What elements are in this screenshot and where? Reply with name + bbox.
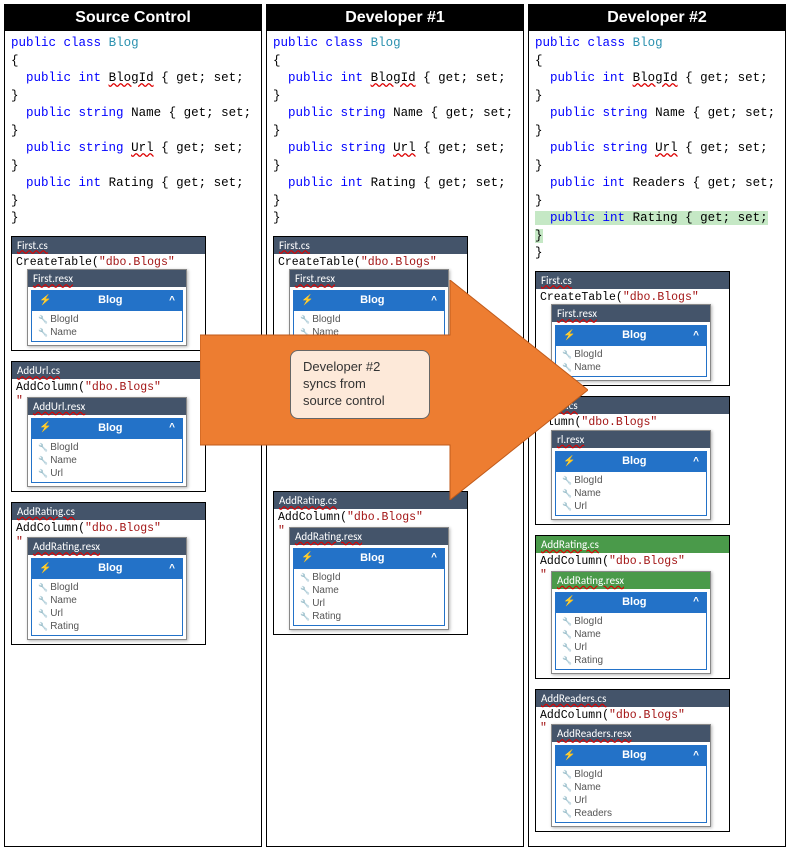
column-header: Developer #1 <box>267 5 523 31</box>
file-first-resx: First.resx ⚡Blog^ BlogId Name <box>551 304 711 381</box>
share-icon: ⚡ <box>563 750 575 761</box>
share-icon: ⚡ <box>39 422 51 433</box>
chevron-up-icon: ^ <box>169 422 175 433</box>
file-addurl-resx: rl.resx ⚡Blog^ BlogId Name Url <box>551 430 711 520</box>
share-icon: ⚡ <box>563 330 575 341</box>
chevron-up-icon: ^ <box>693 750 699 761</box>
file-addreaders-resx: AddReaders.resx ⚡Blog^ BlogId Name Url R… <box>551 724 711 827</box>
chevron-up-icon: ^ <box>431 295 437 306</box>
chevron-up-icon: ^ <box>693 596 699 607</box>
column-source-control: Source Control public class Blog { publi… <box>4 4 262 847</box>
share-icon: ⚡ <box>563 456 575 467</box>
class-code: public class Blog { public int BlogId { … <box>273 35 517 228</box>
chevron-up-icon: ^ <box>169 563 175 574</box>
file-addurl-cs: ddUrl.cs olumn("dbo.Blogs" rl.resx ⚡Blog… <box>535 396 730 525</box>
callout-sync: Developer #2 syncs from source control <box>290 350 430 419</box>
file-addrating-cs-new: AddRating.cs AddColumn("dbo.Blogs"" AddR… <box>535 535 730 679</box>
chevron-up-icon: ^ <box>169 295 175 306</box>
file-first-resx: First.resx ⚡Blog^ BlogId Name <box>27 269 187 346</box>
share-icon: ⚡ <box>563 596 575 607</box>
column-developer-2: Developer #2 public class Blog { public … <box>528 4 786 847</box>
share-icon: ⚡ <box>301 552 313 563</box>
file-first-cs: First.cs CreateTable("dbo.Blogs" First.r… <box>273 236 468 352</box>
share-icon: ⚡ <box>301 295 313 306</box>
column-body: public class Blog { public int BlogId { … <box>5 31 261 659</box>
file-addurl-cs: AddUrl.cs AddColumn("dbo.Blogs"" AddUrl.… <box>11 361 206 492</box>
chevron-up-icon: ^ <box>431 552 437 563</box>
file-addrating-cs: AddRating.cs AddColumn("dbo.Blogs"" AddR… <box>11 502 206 646</box>
file-first-cs: First.cs CreateTable("dbo.Blogs" First.r… <box>11 236 206 352</box>
file-addrating-cs: AddRating.cs AddColumn("dbo.Blogs"" AddR… <box>273 491 468 635</box>
file-first-cs: First.cs CreateTable("dbo.Blogs" First.r… <box>535 271 730 387</box>
class-code: public class Blog { public int BlogId { … <box>535 35 779 263</box>
file-first-resx: First.resx ⚡Blog^ BlogId Name <box>289 269 449 346</box>
chevron-up-icon: ^ <box>693 330 699 341</box>
column-header: Developer #2 <box>529 5 785 31</box>
file-addrating-resx: AddRating.resx ⚡Blog^ BlogId Name Url Ra… <box>27 537 187 640</box>
share-icon: ⚡ <box>39 563 51 574</box>
column-body: public class Blog { public int BlogId { … <box>529 31 785 846</box>
class-code: public class Blog { public int BlogId { … <box>11 35 255 228</box>
column-developer-1: Developer #1 public class Blog { public … <box>266 4 524 847</box>
share-icon: ⚡ <box>39 295 51 306</box>
file-addurl-resx: AddUrl.resx ⚡Blog^ BlogId Name Url <box>27 397 187 487</box>
column-body: public class Blog { public int BlogId { … <box>267 31 523 649</box>
file-addrating-resx-new: AddRating.resx ⚡Blog^ BlogId Name Url Ra… <box>551 571 711 674</box>
diagram-container: Source Control public class Blog { publi… <box>0 0 791 851</box>
file-addrating-resx: AddRating.resx ⚡Blog^ BlogId Name Url Ra… <box>289 527 449 630</box>
highlighted-line: public int Rating { get; set; } <box>535 211 768 243</box>
file-addreaders-cs: AddReaders.cs AddColumn("dbo.Blogs"" Add… <box>535 689 730 833</box>
column-header: Source Control <box>5 5 261 31</box>
chevron-up-icon: ^ <box>693 456 699 467</box>
